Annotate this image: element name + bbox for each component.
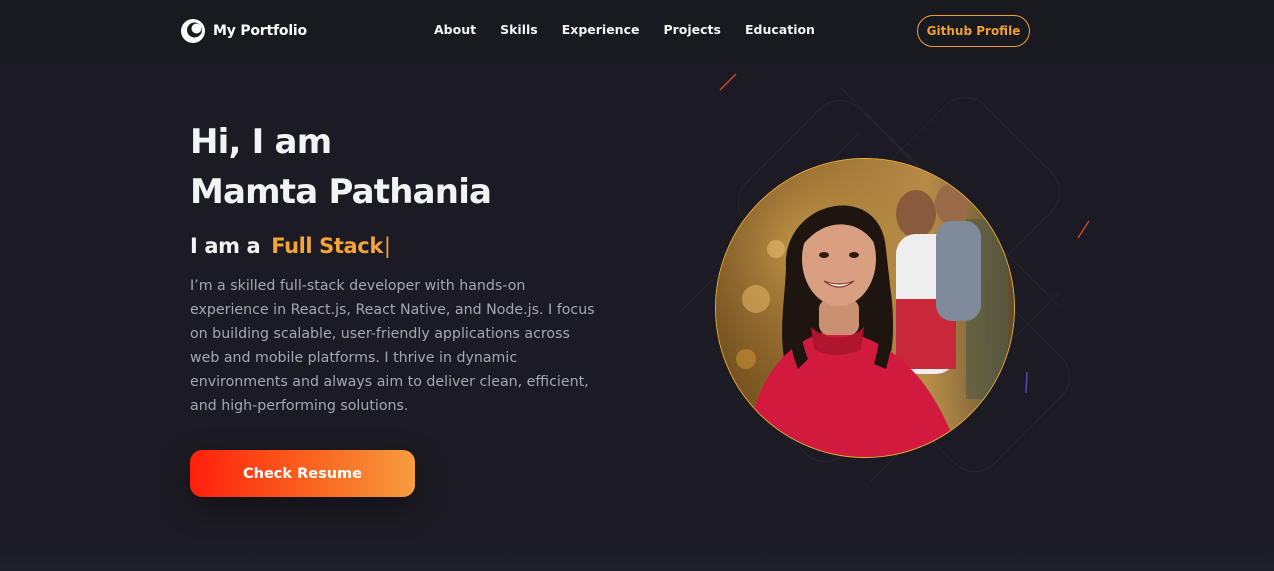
profile-photo (715, 158, 1015, 458)
check-resume-button[interactable]: Check Resume (190, 450, 415, 497)
typing-caret: | (383, 234, 391, 258)
section-bottom-edge (0, 540, 1274, 571)
nav-link-about[interactable]: About (434, 22, 476, 37)
shooting-star-2 (1077, 220, 1090, 239)
hero-greeting: Hi, I am (190, 122, 332, 162)
nav-link-experience[interactable]: Experience (562, 22, 640, 37)
logo-text: My Portfolio (213, 23, 307, 39)
portfolio-page: My Portfolio About Skills Experience Pro… (0, 0, 1274, 571)
nav-links: About Skills Experience Projects Educati… (434, 22, 839, 37)
logo[interactable]: My Portfolio (180, 18, 307, 44)
github-profile-button[interactable]: Github Profile (917, 15, 1030, 47)
hero-name: Mamta Pathania (190, 172, 492, 212)
role-prefix: I am a (190, 234, 261, 258)
shooting-star-3 (1025, 371, 1028, 394)
role-typed-text: Full Stack (271, 234, 383, 258)
portfolio-logo-icon (181, 19, 205, 43)
navbar: My Portfolio About Skills Experience Pro… (0, 0, 1274, 62)
hero-description: I’m a skilled full-stack developer with … (190, 278, 595, 414)
shooting-star-1 (719, 73, 737, 91)
nav-link-projects[interactable]: Projects (663, 22, 721, 37)
hero-role: I am a Full Stack| (190, 234, 391, 258)
profile-photo-illustration (716, 159, 1014, 457)
nav-link-education[interactable]: Education (745, 22, 815, 37)
nav-link-skills[interactable]: Skills (500, 22, 538, 37)
